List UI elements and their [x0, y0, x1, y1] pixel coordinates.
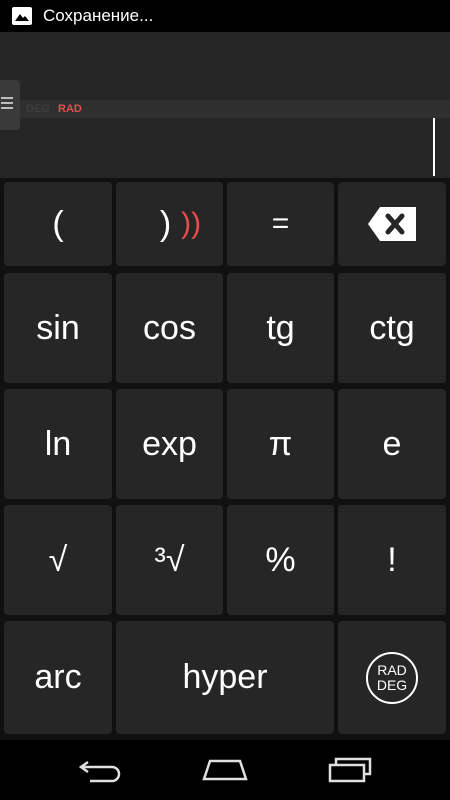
e-label: e	[382, 424, 402, 463]
image-icon	[12, 7, 32, 25]
ctg-label: ctg	[369, 308, 415, 347]
cbrt-button[interactable]: ³√	[116, 505, 223, 615]
hyper-label: hyper	[182, 658, 268, 696]
sin-label: sin	[36, 308, 80, 347]
percent-button[interactable]: %	[227, 505, 334, 615]
recent-apps-icon	[328, 757, 372, 783]
sin-button[interactable]: sin	[4, 273, 112, 383]
factorial-button[interactable]: !	[338, 505, 446, 615]
ctg-button[interactable]: ctg	[338, 273, 446, 383]
open-paren-label: (	[52, 204, 64, 243]
menu-handle[interactable]	[0, 80, 20, 130]
sqrt-button[interactable]: √	[4, 505, 112, 615]
percent-label: %	[265, 540, 296, 579]
back-icon	[78, 760, 121, 783]
backspace-button[interactable]	[338, 182, 446, 266]
text-cursor	[433, 118, 435, 176]
open-paren-button[interactable]: (	[4, 182, 112, 266]
arc-label: arc	[34, 658, 82, 696]
close-paren-hint: ))	[181, 207, 202, 240]
mode-rad-label: RAD	[58, 103, 82, 115]
sqrt-label: √	[48, 540, 68, 579]
equals-button[interactable]: =	[227, 182, 334, 266]
exp-button[interactable]: exp	[116, 389, 223, 499]
back-button[interactable]	[76, 754, 124, 789]
rad-text: RAD	[377, 661, 407, 678]
pi-label: π	[268, 424, 293, 463]
tg-label: tg	[266, 308, 295, 347]
tg-button[interactable]: tg	[227, 273, 334, 383]
scientific-keypad: ( ) )) = sin cos tg ctg ln exp π e √ ³√ …	[0, 178, 450, 740]
equals-label: =	[271, 207, 290, 240]
recent-apps-button[interactable]	[328, 754, 374, 789]
factorial-label: !	[387, 540, 397, 579]
calculator-display[interactable]: DEG RAD	[0, 32, 450, 178]
home-button[interactable]	[200, 754, 250, 789]
angle-mode-indicator: DEG RAD	[20, 100, 450, 118]
deg-text: DEG	[376, 676, 408, 693]
rad-deg-toggle-button[interactable]: RAD DEG	[338, 621, 446, 734]
ln-button[interactable]: ln	[4, 389, 112, 499]
menu-icon	[1, 97, 13, 112]
pi-button[interactable]: π	[227, 389, 334, 499]
exp-label: exp	[142, 424, 197, 463]
cos-button[interactable]: cos	[116, 273, 223, 383]
navigation-bar	[0, 740, 450, 800]
status-text: Сохранение...	[43, 6, 154, 25]
cos-label: cos	[143, 308, 196, 347]
ln-label: ln	[44, 424, 72, 463]
mode-deg-label: DEG	[26, 103, 50, 115]
backspace-icon	[368, 207, 416, 241]
arc-button[interactable]: arc	[4, 621, 112, 734]
home-icon	[202, 759, 248, 781]
hyper-button[interactable]: hyper	[116, 621, 334, 734]
close-paren-label: )	[159, 204, 172, 243]
rad-deg-icon: RAD DEG	[366, 651, 418, 704]
e-button[interactable]: e	[338, 389, 446, 499]
cbrt-label: ³√	[154, 540, 185, 579]
status-bar: Сохранение...	[0, 0, 450, 32]
close-paren-button[interactable]: ) ))	[116, 182, 223, 266]
